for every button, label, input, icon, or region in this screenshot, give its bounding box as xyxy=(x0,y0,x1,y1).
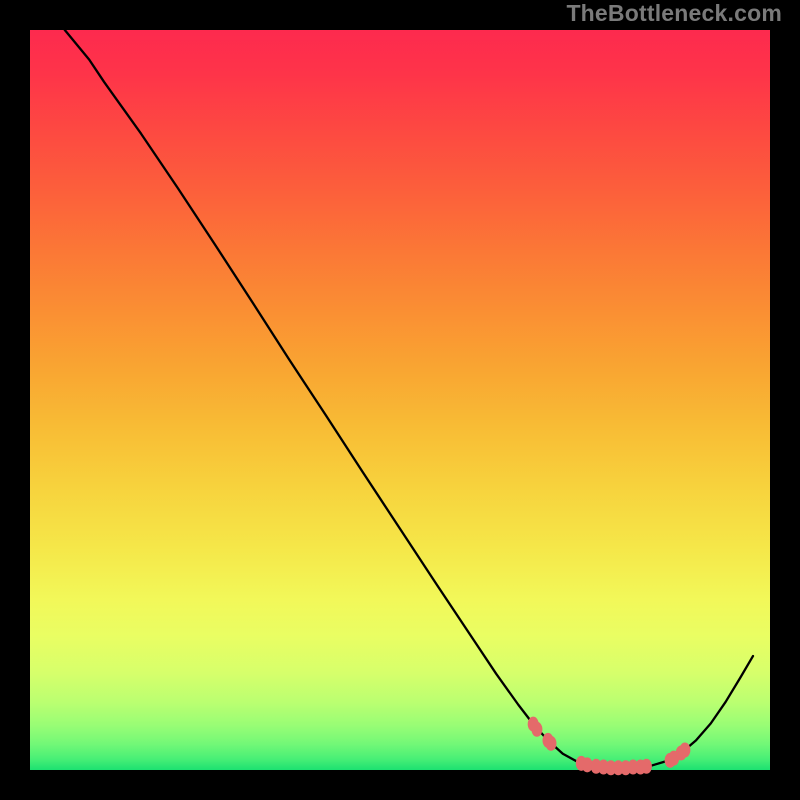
curve-dot xyxy=(679,743,690,758)
curve-dot xyxy=(545,736,556,751)
attribution-text: TheBottleneck.com xyxy=(566,0,782,27)
curve-dot xyxy=(641,759,652,774)
bottleneck-chart xyxy=(0,0,800,800)
curve-dot xyxy=(531,722,542,737)
plot-background xyxy=(30,30,770,770)
